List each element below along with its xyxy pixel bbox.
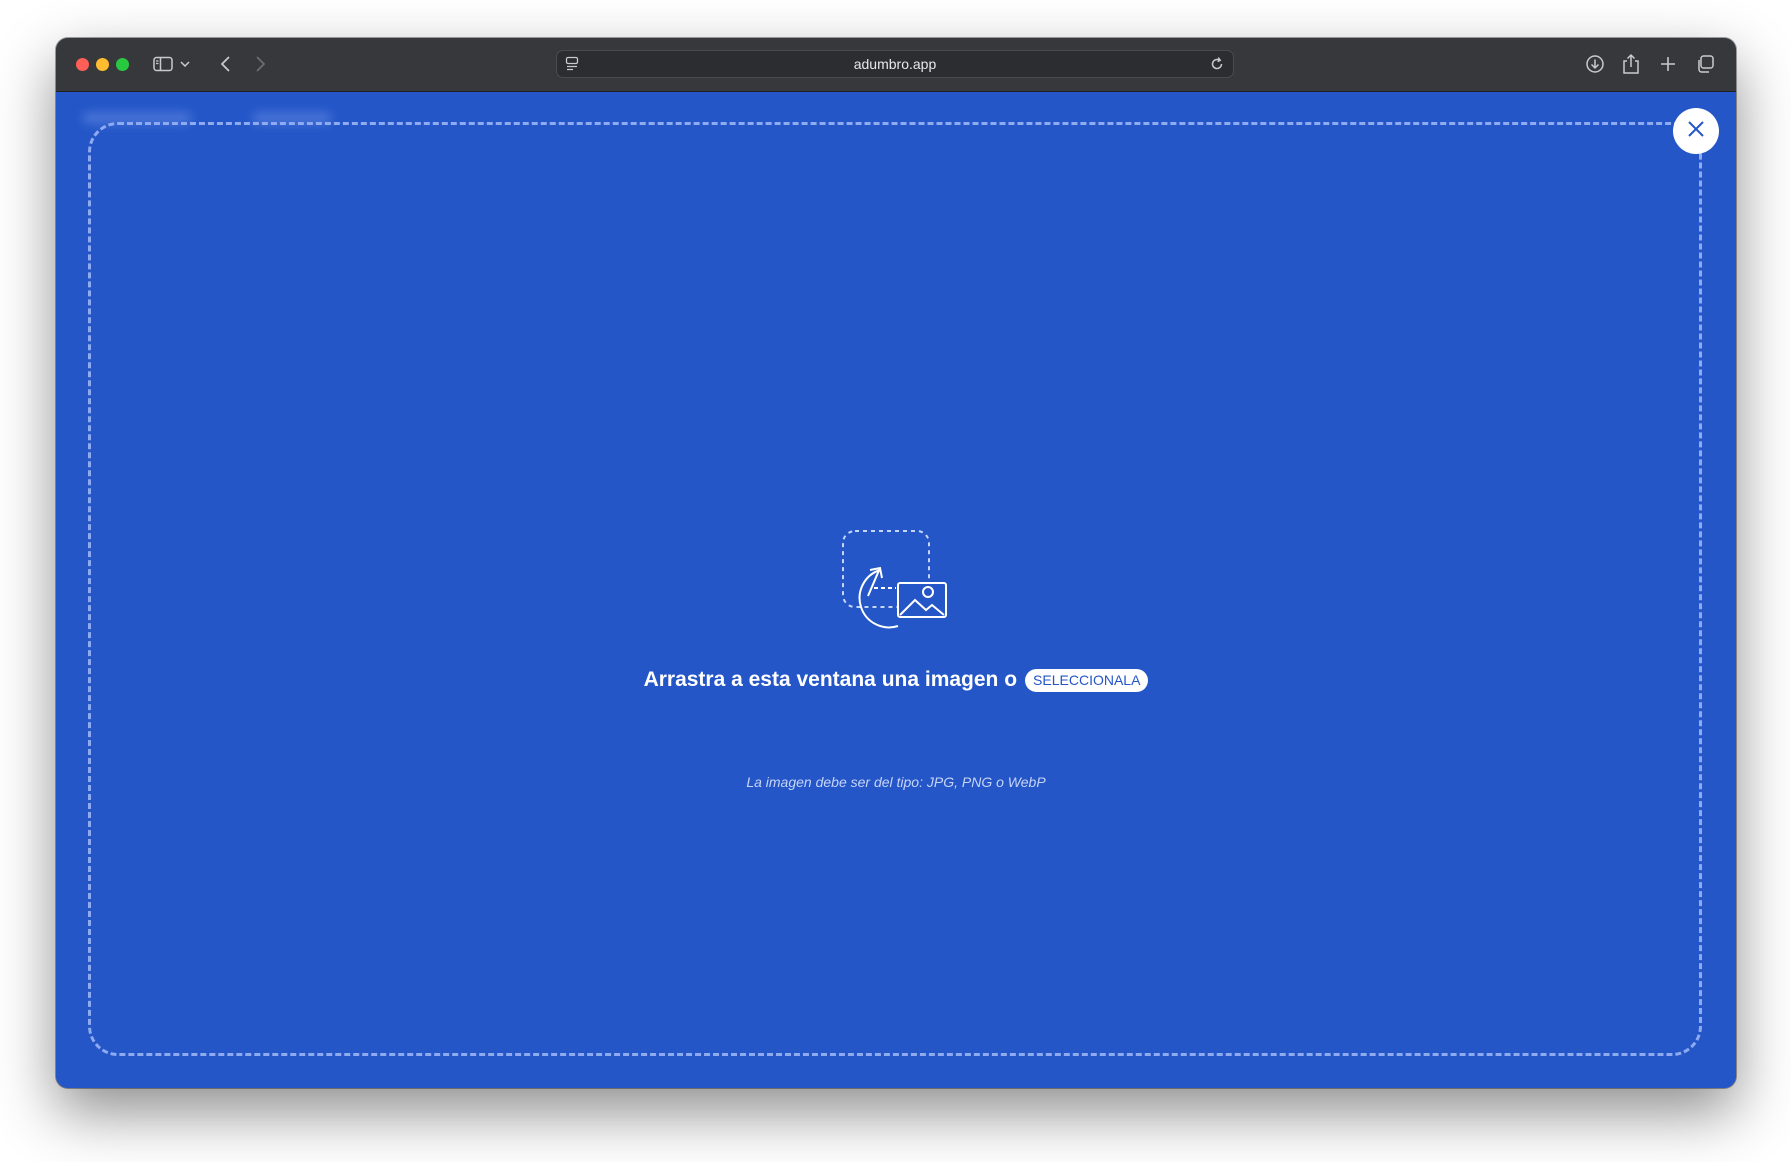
sidebar-icon[interactable]: [152, 52, 174, 76]
zoom-window-button[interactable]: [116, 58, 129, 71]
chevron-down-icon[interactable]: [178, 52, 192, 76]
share-icon[interactable]: [1620, 52, 1642, 76]
file-type-hint: La imagen debe ser del tipo: JPG, PNG o …: [746, 774, 1046, 790]
tab-overview-icon[interactable]: [1694, 52, 1716, 76]
new-tab-icon[interactable]: [1658, 52, 1678, 76]
drag-image-icon: [842, 530, 947, 629]
browser-window: adumbro.app Arrastra a esta ventana una …: [56, 38, 1736, 1088]
address-bar[interactable]: adumbro.app: [556, 50, 1234, 78]
browser-toolbar: adumbro.app: [56, 38, 1736, 92]
url-text: adumbro.app: [853, 56, 937, 72]
select-image-button[interactable]: SELECCIONALA: [1025, 668, 1149, 692]
minimize-window-button[interactable]: [96, 58, 109, 71]
forward-icon[interactable]: [250, 52, 270, 76]
close-window-button[interactable]: [76, 58, 89, 71]
close-icon: [1686, 119, 1706, 144]
reload-icon[interactable]: [1209, 56, 1225, 77]
drop-prompt-text: Arrastra a esta ventana una imagen o: [643, 668, 1018, 691]
drop-overlay[interactable]: Arrastra a esta ventana una imagen o SEL…: [56, 92, 1736, 1088]
close-button[interactable]: [1673, 108, 1719, 154]
drop-prompt: Arrastra a esta ventana una imagen o SEL…: [56, 668, 1736, 692]
downloads-icon[interactable]: [1584, 52, 1606, 76]
back-icon[interactable]: [216, 52, 236, 76]
